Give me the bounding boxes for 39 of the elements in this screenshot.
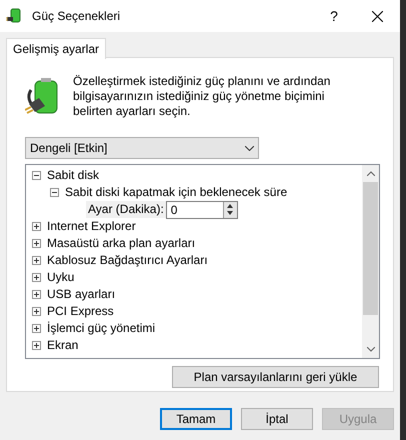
tree-item[interactable]: Ekran (47, 337, 78, 354)
spin-buttons[interactable] (222, 202, 237, 218)
tree-item[interactable]: Uyku (47, 269, 74, 286)
scroll-thumb[interactable] (363, 182, 378, 315)
tree-item[interactable]: Sabit disk (47, 167, 100, 184)
tree-item[interactable]: Kablosuz Bağdaştırıcı Ayarları (47, 252, 208, 269)
scrollbar[interactable] (362, 165, 379, 358)
up-icon (227, 204, 234, 208)
expand-icon[interactable] (32, 222, 41, 231)
scroll-up-icon (366, 171, 374, 176)
expand-icon[interactable] (32, 324, 41, 333)
tree-item[interactable]: Sabit diski kapatmak için beklenecek süre (65, 184, 288, 201)
plan-dropdown[interactable]: Dengeli [Etkin] (25, 137, 259, 159)
description-text: Özelleştirmek istediğiniz güç planını ve ardından bilgisayarınızın istediğiniz güç yönetme biçimini belirten ayarları seçin. (73, 74, 332, 119)
expand-icon[interactable] (32, 290, 41, 299)
expand-icon[interactable] (32, 239, 41, 248)
down-icon (227, 210, 234, 214)
dialog-button[interactable]: İptal (241, 408, 313, 430)
tree-item[interactable]: PCI Express (47, 303, 114, 320)
help-button[interactable]: ? (314, 1, 354, 31)
expand-icon[interactable] (32, 341, 41, 350)
spin-field[interactable]: 0 (166, 200, 238, 218)
expand-icon[interactable] (32, 273, 41, 282)
close-icon (372, 10, 382, 22)
tree-item[interactable]: Masaüstü arka plan ayarları (47, 235, 196, 252)
tree-item[interactable]: İşlemci güç yönetimi (47, 320, 156, 337)
tab[interactable]: Gelişmiş ayarlar (6, 38, 106, 59)
chevron-down-icon (245, 146, 254, 150)
restore-defaults-button[interactable]: Plan varsayılanlarını geri yükle (172, 366, 379, 388)
expand-icon[interactable] (32, 307, 41, 316)
expand-icon[interactable] (32, 256, 41, 265)
tree-item[interactable]: USB ayarları (47, 286, 116, 303)
setting-label: Ayar (Dakika): (86, 201, 166, 218)
tree-item[interactable]: Internet Explorer (47, 218, 136, 235)
collapse-icon[interactable] (32, 171, 41, 180)
scroll-down-icon (366, 347, 374, 352)
collapse-icon[interactable] (50, 188, 59, 197)
window-title: Güç Seçenekleri (32, 8, 120, 25)
dialog-button[interactable]: Tamam (160, 408, 232, 430)
